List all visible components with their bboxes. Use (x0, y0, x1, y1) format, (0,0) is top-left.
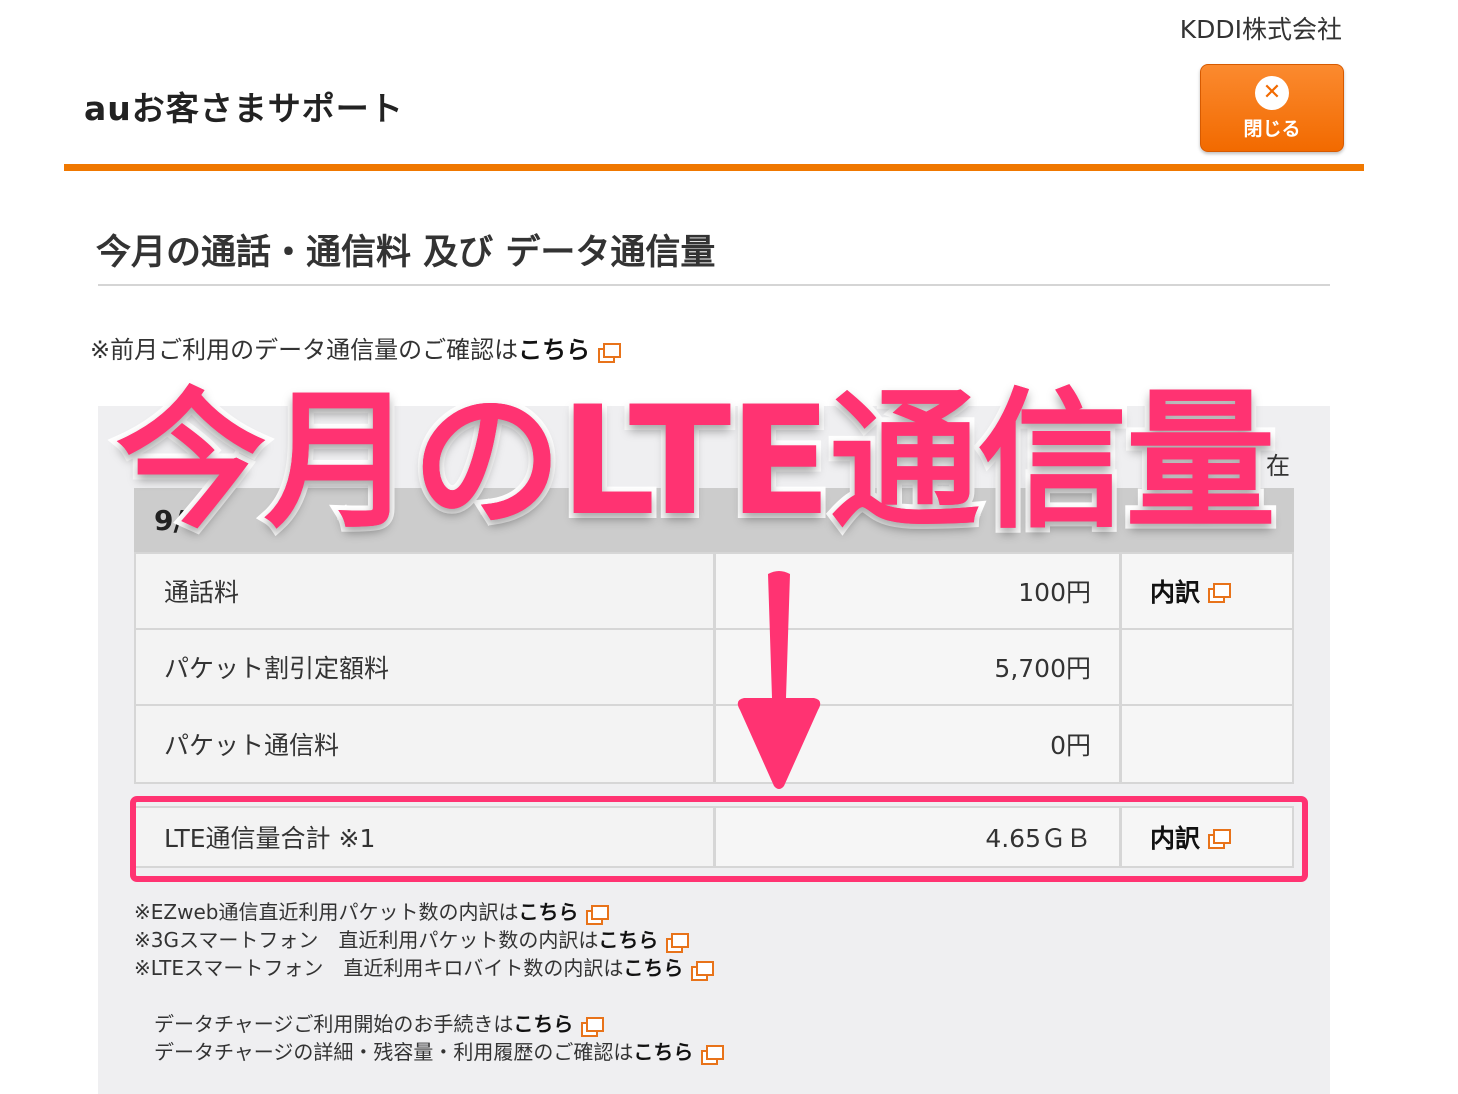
page: KDDI株式会社 auお客さまサポート ✕ 閉じる 今月の通話・通信料 及び デ… (0, 0, 1458, 1094)
company-name: KDDI株式会社 (1179, 15, 1342, 44)
note-link[interactable]: こちら (623, 956, 683, 980)
table-row: パケット割引定額料 5,700円 (136, 630, 1292, 706)
table-row: 通話料 100円 内訳 (136, 554, 1292, 630)
close-icon: ✕ (1255, 75, 1289, 110)
external-window-icon (701, 1045, 725, 1065)
note-link[interactable]: こちら (633, 1040, 693, 1064)
header-divider (64, 164, 1364, 171)
row-label: 通話料 (136, 554, 716, 628)
note-line: ※LTEスマートフォン 直近利用キロバイト数の内訳はこちら (134, 954, 715, 982)
note-link[interactable]: こちら (513, 1012, 573, 1036)
prev-month-link[interactable]: こちら (518, 336, 590, 364)
highlight-frame (130, 796, 1308, 882)
annotation-label: 今月のLTE通信量 (116, 375, 1276, 549)
row-label: パケット割引定額料 (136, 630, 716, 704)
close-button-label: 閉じる (1243, 117, 1301, 140)
detail-link[interactable]: 内訳 (1150, 573, 1200, 609)
note-line: データチャージの詳細・残容量・利用履歴のご確認はこちら (154, 1038, 725, 1066)
row-label: パケット通信料 (136, 706, 716, 782)
note-link[interactable]: こちら (518, 900, 578, 924)
external-window-icon (586, 905, 610, 925)
external-window-icon (691, 961, 715, 981)
usage-notes: ※EZweb通信直近利用パケット数の内訳はこちら ※3Gスマートフォン 直近利用… (134, 898, 715, 982)
title-divider (98, 284, 1330, 286)
note-text: ※3Gスマートフォン 直近利用パケット数の内訳は (134, 928, 599, 952)
charges-table: 通話料 100円 内訳 パケット割引定額料 5,700円 パケット通信料 0円 (134, 552, 1294, 784)
row-detail-cell: 内訳 (1122, 554, 1292, 628)
note-line: ※EZweb通信直近利用パケット数の内訳はこちら (134, 898, 711, 926)
down-arrow-icon (737, 571, 821, 789)
site-title[interactable]: auお客さまサポート (84, 82, 404, 130)
note-text: データチャージご利用開始のお手続きは (154, 1012, 514, 1036)
external-window-icon (1208, 582, 1232, 603)
note-text: ※EZweb通信直近利用パケット数の内訳は (134, 900, 519, 924)
row-detail-cell (1122, 630, 1292, 704)
row-detail-cell (1122, 706, 1292, 782)
external-window-icon (666, 933, 690, 953)
prev-month-note: ※前月ご利用のデータ通信量のご確認はこちら (90, 330, 622, 365)
note-link[interactable]: こちら (598, 928, 658, 952)
table-row: パケット通信料 0円 (136, 706, 1292, 782)
close-button[interactable]: ✕ 閉じる (1200, 64, 1344, 152)
note-line: ※3Gスマートフォン 直近利用パケット数の内訳はこちら (134, 926, 711, 954)
prev-month-text: ※前月ご利用のデータ通信量のご確認は (90, 336, 519, 364)
page-title: 今月の通話・通信料 及び データ通信量 (96, 233, 716, 273)
external-window-icon (581, 1017, 605, 1037)
external-window-icon (598, 342, 622, 363)
note-text: データチャージの詳細・残容量・利用履歴のご確認は (154, 1040, 634, 1064)
note-line: データチャージご利用開始のお手続きはこちら (154, 1010, 721, 1038)
note-text: ※LTEスマートフォン 直近利用キロバイト数の内訳は (134, 956, 624, 980)
data-charge-notes: データチャージご利用開始のお手続きはこちら データチャージの詳細・残容量・利用履… (154, 1010, 725, 1066)
